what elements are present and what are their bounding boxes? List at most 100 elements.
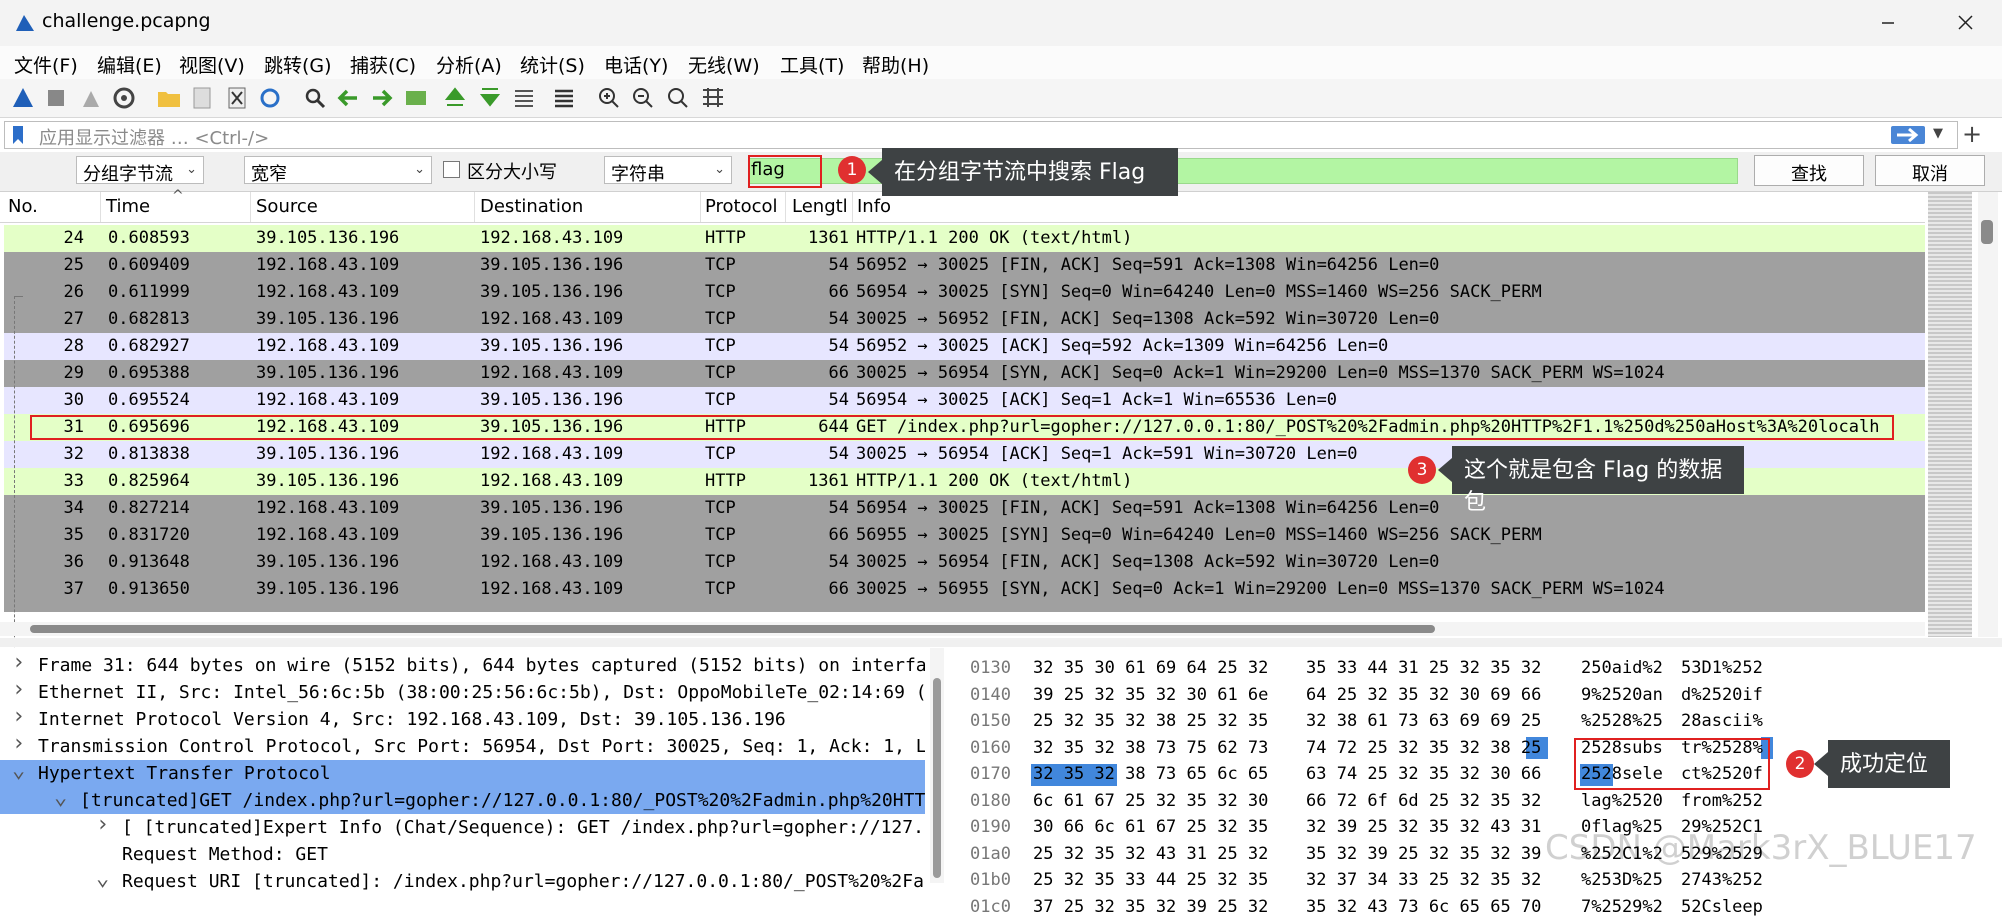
packet-row[interactable]: 28 0.682927 192.168.43.109 39.105.136.196 TC… bbox=[4, 333, 1925, 360]
chevron-down-icon[interactable]: ⌄ bbox=[54, 787, 67, 810]
menu-item-9[interactable]: 工具(T) bbox=[780, 51, 844, 78]
zoom-out-icon[interactable] bbox=[630, 85, 656, 111]
close-icon[interactable] bbox=[1945, 8, 1985, 38]
restart-capture-icon[interactable] bbox=[78, 85, 104, 111]
column-header-5[interactable]: Lengtl bbox=[792, 196, 848, 217]
menu-item-6[interactable]: 统计(S) bbox=[520, 51, 585, 78]
close-file-icon[interactable] bbox=[224, 85, 250, 111]
filter-history-dropdown-icon[interactable]: ▼ bbox=[1933, 126, 1943, 141]
column-header-1[interactable]: Time bbox=[106, 196, 150, 217]
column-header-3[interactable]: Destination bbox=[480, 196, 583, 217]
search-type-select[interactable]: 字符串 ⌄ bbox=[604, 156, 732, 185]
column-header-6[interactable]: Info bbox=[857, 196, 891, 217]
colorize-icon[interactable] bbox=[551, 85, 577, 111]
hex-bytes: 32 35 32 38 73 75 62 73 bbox=[1033, 737, 1269, 758]
stop-capture-icon[interactable] bbox=[43, 85, 69, 111]
restore-icon[interactable] bbox=[1874, 8, 1914, 38]
column-header-2[interactable]: Source bbox=[256, 196, 318, 217]
apply-filter-arrow-icon[interactable] bbox=[1891, 125, 1925, 145]
packet-list-vertical-scrollbar[interactable] bbox=[1978, 192, 1998, 637]
hex-bytes: 35 32 43 73 6c 65 65 70 bbox=[1306, 896, 1542, 917]
packet-src: 192.168.43.109 bbox=[256, 282, 400, 302]
charset-select[interactable]: 宽窄 ⌄ bbox=[244, 156, 432, 185]
packet-src: 39.105.136.196 bbox=[256, 471, 400, 491]
start-capture-icon[interactable] bbox=[10, 85, 36, 111]
ascii-bytes: 0flag%25 bbox=[1581, 817, 1663, 837]
menu-item-7[interactable]: 电话(Y) bbox=[604, 51, 668, 78]
case-sensitive-checkbox[interactable] bbox=[443, 161, 460, 178]
menu-item-2[interactable]: 视图(V) bbox=[179, 51, 245, 78]
packet-row[interactable]: 34 0.827214 192.168.43.109 39.105.136.196 TC… bbox=[4, 495, 1925, 522]
detail-tree-item[interactable]: › Transmission Control Protocol, Src Port… bbox=[0, 733, 925, 760]
open-file-icon[interactable] bbox=[156, 85, 182, 111]
scroll-thumb[interactable] bbox=[1981, 220, 1993, 244]
menu-item-10[interactable]: 帮助(H) bbox=[862, 51, 929, 78]
packet-row[interactable]: 35 0.831720 192.168.43.109 39.105.136.196 TC… bbox=[4, 522, 1925, 549]
menu-item-5[interactable]: 分析(A) bbox=[436, 51, 502, 78]
go-to-packet-icon[interactable] bbox=[403, 85, 429, 111]
menu-item-1[interactable]: 编辑(E) bbox=[97, 51, 162, 78]
find-packet-icon[interactable] bbox=[302, 85, 328, 111]
capture-options-icon[interactable] bbox=[111, 85, 137, 111]
packet-list-horizontal-scrollbar[interactable] bbox=[0, 622, 1925, 636]
go-forward-icon[interactable] bbox=[369, 85, 395, 111]
bookmark-icon[interactable] bbox=[11, 125, 25, 145]
search-scope-select[interactable]: 分组字节流 ⌄ bbox=[76, 156, 204, 185]
auto-scroll-icon[interactable] bbox=[511, 85, 537, 111]
packet-row[interactable]: 25 0.609409 192.168.43.109 39.105.136.196 TC… bbox=[4, 252, 1925, 279]
menu-item-8[interactable]: 无线(W) bbox=[688, 51, 760, 78]
go-last-icon[interactable] bbox=[477, 85, 503, 111]
zoom-normal-icon[interactable] bbox=[665, 85, 691, 111]
packet-row-partial[interactable] bbox=[4, 603, 1925, 612]
column-header-4[interactable]: Protocol bbox=[705, 196, 778, 217]
save-file-icon[interactable] bbox=[189, 85, 215, 111]
find-button[interactable]: 查找 bbox=[1754, 155, 1864, 186]
chevron-right-icon[interactable]: › bbox=[12, 706, 25, 729]
resize-columns-icon[interactable] bbox=[700, 85, 726, 111]
packet-row[interactable]: 30 0.695524 192.168.43.109 39.105.136.196 TC… bbox=[4, 387, 1925, 414]
packet-minimap[interactable] bbox=[1928, 192, 1972, 637]
packet-no: 30 bbox=[63, 390, 84, 410]
detail-tree-item[interactable]: › Ethernet II, Src: Intel_56:6c:5b (38:00… bbox=[0, 679, 925, 706]
byte-offset: 0150 bbox=[970, 711, 1011, 731]
menu-item-4[interactable]: 捕获(C) bbox=[350, 51, 416, 78]
detail-tree-item[interactable]: ⌄ [truncated]GET /index.php?url=gopher://… bbox=[0, 787, 925, 814]
detail-tree-item[interactable]: Request Method: GET bbox=[0, 841, 925, 868]
chevron-right-icon[interactable]: › bbox=[96, 814, 109, 837]
column-header-0[interactable]: No. bbox=[8, 196, 38, 217]
hex-bytes: 30 66 6c 61 67 25 32 35 bbox=[1033, 817, 1269, 837]
go-back-icon[interactable] bbox=[335, 85, 361, 111]
detail-tree-item[interactable]: ⌄ Hypertext Transfer Protocol bbox=[0, 760, 925, 787]
menu-item-0[interactable]: 文件(F) bbox=[14, 51, 78, 78]
add-filter-button-icon[interactable]: + bbox=[1962, 120, 1982, 148]
detail-tree-item[interactable]: › [ [truncated]Expert Info (Chat/Sequence… bbox=[0, 814, 925, 841]
reload-file-icon[interactable] bbox=[257, 85, 283, 111]
packet-row[interactable]: 36 0.913648 39.105.136.196 192.168.43.109 TC… bbox=[4, 549, 1925, 576]
chevron-right-icon[interactable]: › bbox=[12, 679, 25, 702]
detail-tree-item[interactable]: › Frame 31: 644 bytes on wire (5152 bits)… bbox=[0, 652, 925, 679]
menu-item-3[interactable]: 跳转(G) bbox=[264, 51, 332, 78]
packet-row[interactable]: 27 0.682813 39.105.136.196 192.168.43.109 TC… bbox=[4, 306, 1925, 333]
packet-row[interactable]: 24 0.608593 39.105.136.196 192.168.43.109 HT… bbox=[4, 225, 1925, 252]
zoom-in-icon[interactable] bbox=[596, 85, 622, 111]
cancel-button[interactable]: 取消 bbox=[1875, 155, 1985, 186]
packet-info: 30025 → 56954 [FIN, ACK] Seq=1308 Ack=59… bbox=[856, 552, 1440, 572]
menu-bar: 文件(F) 编辑(E) 视图(V) 跳转(G) 捕获(C) 分析(A) 统计(S) 电话(Y)… bbox=[0, 46, 2002, 79]
packet-src: 192.168.43.109 bbox=[256, 390, 400, 410]
packet-row[interactable]: 37 0.913650 39.105.136.196 192.168.43.109 TC… bbox=[4, 576, 1925, 603]
display-filter-input[interactable]: 应用显示过滤器 … <Ctrl-/> ▼ bbox=[4, 121, 1958, 149]
chevron-down-icon[interactable]: ⌄ bbox=[12, 760, 25, 783]
detail-tree-item[interactable]: › Internet Protocol Version 4, Src: 192.1… bbox=[0, 706, 925, 733]
packet-row[interactable]: 29 0.695388 39.105.136.196 192.168.43.109 TC… bbox=[4, 360, 1925, 387]
chevron-right-icon[interactable]: › bbox=[12, 733, 25, 756]
chevron-down-icon[interactable]: ⌄ bbox=[96, 868, 109, 891]
hscroll-thumb[interactable] bbox=[30, 625, 1435, 633]
annotation-flag-packet: 这个就是包含 Flag 的数据包 bbox=[1438, 446, 1744, 515]
hex-bytes: 32 39 25 32 35 32 43 31 bbox=[1306, 817, 1542, 837]
chevron-right-icon[interactable]: › bbox=[12, 652, 25, 675]
details-scrollbar[interactable] bbox=[930, 648, 944, 883]
detail-tree-item[interactable]: ⌄ Request URI [truncated]: /index.php?url… bbox=[0, 868, 925, 895]
pane-splitter[interactable] bbox=[0, 638, 2002, 647]
packet-row[interactable]: 26 0.611999 192.168.43.109 39.105.136.196 TC… bbox=[4, 279, 1925, 306]
go-first-icon[interactable] bbox=[442, 85, 468, 111]
